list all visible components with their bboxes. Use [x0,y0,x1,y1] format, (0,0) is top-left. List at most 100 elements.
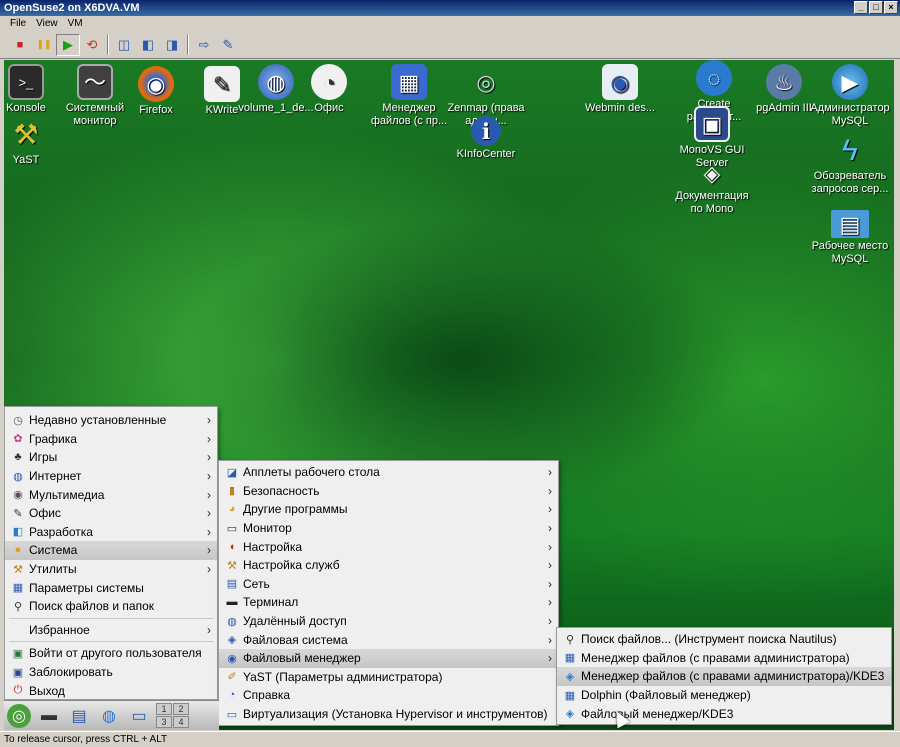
development-icon: ◧ [12,526,24,539]
display-icon: ▭ [131,707,147,725]
desktop-icon-file-manager-admin[interactable]: ▦ Менеджер файлов (с пр... [369,64,449,128]
monovs-icon: ▣ [694,106,730,142]
submenu-item-services[interactable]: ⚒ Настройка служб › [219,556,558,575]
tools-icon: ✎ [222,36,234,52]
guest-desktop[interactable]: >_ Konsole 〜 Системный монитор ◉ Firefox… [4,60,894,730]
configuration-icon: ◖ [228,540,236,553]
menu-view[interactable]: View [36,16,58,31]
vm-tools-button[interactable]: ✎ [216,34,240,56]
menu-item-recent[interactable]: ◷ Недавно установленные › [5,411,217,430]
icon-label: Офис [314,102,344,114]
stop-icon: ■ [16,38,24,51]
monitor-icon: ▭ [226,522,238,535]
icon-label: KInfoCenter [456,148,516,160]
menu-item-multimedia[interactable]: ◉ Мультимедиа › [5,485,217,504]
desktop-icon-mysql-workbench[interactable]: ▤ Рабочее место MySQL [810,210,890,266]
submenu-item-security[interactable]: ▮ Безопасность › [219,482,558,501]
query-browser-icon: ϟ [842,133,858,167]
taskbar-launcher-4[interactable]: ▭ [126,703,152,729]
fm-item-admin-file-manager[interactable]: ▦ Менеджер файлов (с правами администрато… [557,649,891,668]
desktop-icon-webmin[interactable]: ◉ Webmin des... [580,64,660,115]
games-icon: ♣ [14,451,22,464]
desktop-icon-mysql-admin[interactable]: ▶ Администратор MySQL [810,64,890,128]
menu-item-favorites[interactable]: Избранное › [5,621,217,640]
menu-item-system[interactable]: ● Система › [5,541,217,560]
menu-item-logout[interactable]: ⏻ Выход [5,681,217,700]
host-statusbar: To release cursor, press CTRL + ALT [0,731,900,747]
help-icon: ◔ [228,689,236,702]
pager-desktop-1[interactable]: 1 [156,703,172,715]
minimize-button[interactable]: _ [854,1,868,14]
taskbar-launcher-1[interactable]: ▬ [36,703,62,729]
reset-button[interactable]: ⟲ [80,34,104,56]
maximize-button[interactable]: □ [869,1,883,14]
menu-item-graphics[interactable]: ✿ Графика › [5,430,217,449]
monitor-icon: 〜 [77,64,113,100]
desktop-icon-yast[interactable]: ⚒ YaST [4,116,66,167]
revert-icon: ◧ [141,36,155,52]
menu-item-office[interactable]: ✎ Офис › [5,504,217,523]
desktop-icon-office[interactable]: ◔ Офис [289,64,369,115]
menu-item-system-settings[interactable]: ▦ Параметры системы [5,578,217,597]
submenu-item-remote-access[interactable]: ◍ Удалённый доступ › [219,612,558,631]
desktop-icon-mono-docs[interactable]: ◈ Документация по Mono [672,158,752,216]
start-menu-button[interactable]: ◎ [6,703,32,729]
taskbar-launcher-2[interactable]: ▤ [66,703,92,729]
pager-desktop-3[interactable]: 3 [156,716,172,728]
fm-item-dolphin[interactable]: ▦ Dolphin (Файловый менеджер) [557,686,891,705]
submenu-item-desktop-applets[interactable]: ◪ Апплеты рабочего стола › [219,463,558,482]
clock-icon: ◷ [13,414,23,427]
pause-button[interactable]: ❚❚ [32,34,56,56]
menu-vm[interactable]: VM [68,16,83,31]
chevron-right-icon: › [207,543,211,558]
menu-item-find-files[interactable]: ⚲ Поиск файлов и папок [5,597,217,616]
info-icon: ℹ [471,116,501,146]
chevron-right-icon: › [548,614,552,629]
remote-access-icon: ◍ [227,615,237,628]
snapshot-button[interactable]: ◫ [112,34,136,56]
fm-item-admin-file-manager-kde3[interactable]: ◈ Менеджер файлов (с правами администрато… [557,667,891,686]
menu-item-development[interactable]: ◧ Разработка › [5,523,217,542]
taskbar-launcher-3[interactable]: ◍ [96,703,122,729]
other-programs-icon: ◕ [228,503,236,516]
menu-file[interactable]: File [10,16,26,31]
submenu-item-configuration[interactable]: ◖ Настройка › [219,537,558,556]
chevron-right-icon: › [207,431,211,446]
menu-item-games[interactable]: ♣ Игры › [5,448,217,467]
revert-button[interactable]: ◧ [136,34,160,56]
menu-item-lock[interactable]: ▣ Заблокировать [5,663,217,682]
submenu-item-filesystem[interactable]: ◈ Файловая система › [219,630,558,649]
desktop-pager[interactable]: 1 2 3 4 [156,703,189,728]
network-icon: ▤ [226,578,238,591]
close-button[interactable]: × [884,1,898,14]
play-button[interactable]: ▶ [56,33,80,56]
send-keys-button[interactable]: ⇨ [192,34,216,56]
desktop-icon-query-browser[interactable]: ϟ Обозреватель запросов сер... [810,132,890,196]
mysql-workbench-icon: ▤ [831,210,869,238]
submenu-item-network[interactable]: ▤ Сеть › [219,575,558,594]
fm-item-file-manager-kde3[interactable]: ◈ Файловый менеджер/KDE3 [557,704,891,723]
submenu-item-file-manager[interactable]: ◉ Файловый менеджер › [219,648,558,668]
stop-button[interactable]: ■ [8,34,32,56]
menu-item-switch-user[interactable]: ▣ Войти от другого пользователя [5,644,217,663]
submenu-item-help[interactable]: ◔ Справка [219,686,558,705]
reset-icon: ⟲ [86,36,98,52]
pager-desktop-4[interactable]: 4 [173,716,189,728]
file-manager-icon: ▦ [391,64,427,100]
office-icon: ✎ [13,507,23,520]
pager-desktop-2[interactable]: 2 [173,703,189,715]
chevron-right-icon: › [548,539,552,554]
submenu-item-virtualization[interactable]: ▭ Виртуализация (Установка Hypervisor и и… [219,705,558,724]
submenu-item-other-programs[interactable]: ◕ Другие программы › [219,500,558,519]
fm-item-nautilus-search[interactable]: ⚲ Поиск файлов... (Инструмент поиска Naut… [557,630,891,649]
dolphin-icon: ▦ [564,689,576,702]
menu-item-internet[interactable]: ◍ Интернет › [5,467,217,486]
chevron-right-icon: › [207,469,211,484]
submenu-item-terminal[interactable]: ▬ Терминал › [219,593,558,612]
chevron-right-icon: › [548,502,552,517]
submenu-item-monitor[interactable]: ▭ Монитор › [219,519,558,538]
desktop-icon-kinfocenter[interactable]: ℹ KInfoCenter [446,116,526,161]
snapshot-manager-button[interactable]: ◨ [160,34,184,56]
submenu-item-yast[interactable]: ✐ YaST (Параметры администратора) [219,668,558,687]
menu-item-utilities[interactable]: ⚒ Утилиты › [5,560,217,579]
